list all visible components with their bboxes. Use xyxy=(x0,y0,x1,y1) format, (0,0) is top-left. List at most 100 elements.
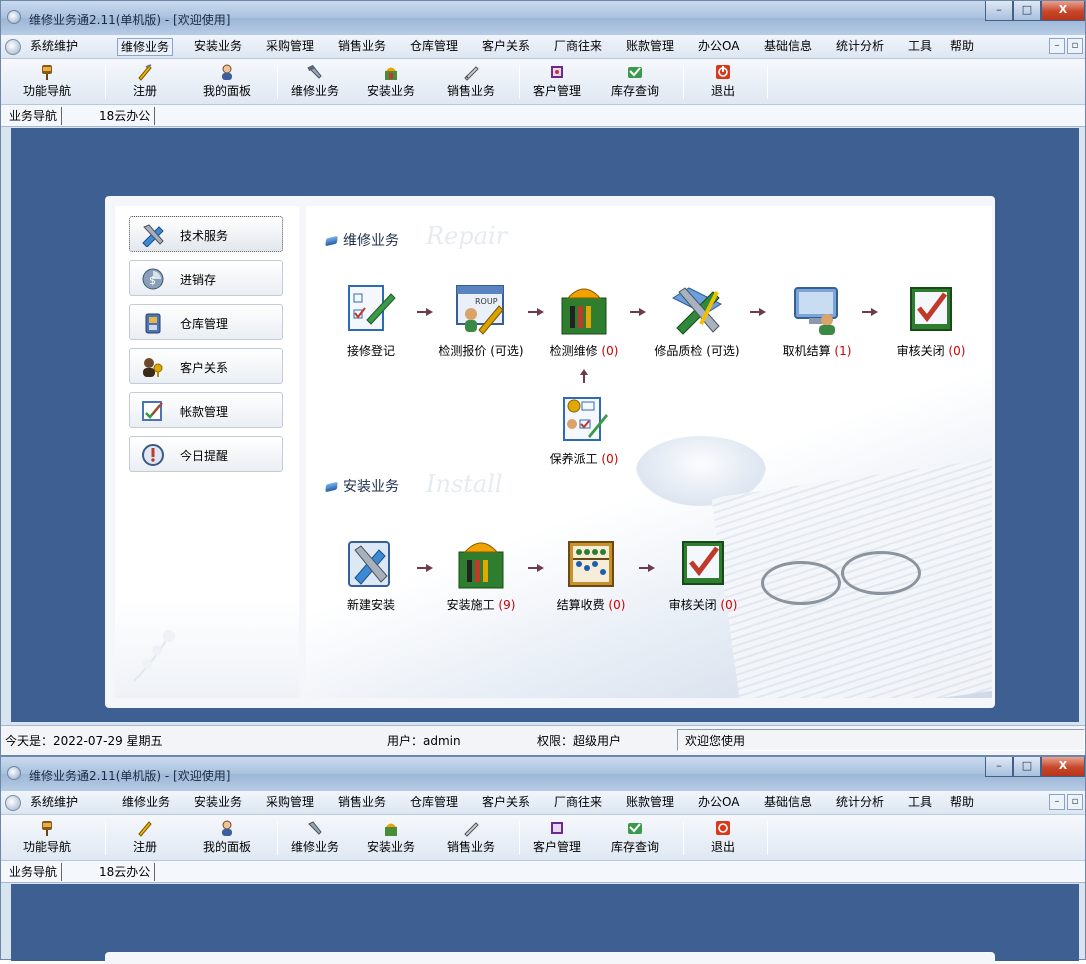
mdi-minimize-button[interactable]: – xyxy=(1049,794,1065,810)
toolbar-customer-button[interactable]: 客户管理 xyxy=(533,61,581,103)
toolbar-exit-button[interactable]: 退出 xyxy=(711,61,735,103)
step-pickup-settle[interactable]: 取机结算 (1) xyxy=(772,284,862,359)
menu-purchase[interactable]: 采购管理 xyxy=(263,38,317,56)
toolbar-sales-button[interactable]: 销售业务 xyxy=(447,817,495,859)
menu-sales[interactable]: 销售业务 xyxy=(335,38,389,56)
nav-accounts[interactable]: 帐款管理 xyxy=(129,392,283,428)
step-install-work[interactable]: 安装施工 (9) xyxy=(436,538,526,613)
flow-arrow xyxy=(750,308,766,316)
step-install-audit-close[interactable]: 审核关闭 (0) xyxy=(658,538,748,613)
step-maintenance-dispatch[interactable]: 保养派工 (0) xyxy=(539,392,629,467)
install-icon xyxy=(382,819,400,837)
close-button[interactable]: X xyxy=(1041,757,1085,777)
abacus-icon xyxy=(565,538,617,590)
tab-business-nav[interactable]: 业务导航 xyxy=(5,107,63,125)
menu-statistics[interactable]: 统计分析 xyxy=(833,38,887,56)
step-repair[interactable]: 检测维修 (0) xyxy=(539,284,629,359)
menu-office[interactable]: 办公OA xyxy=(695,38,742,56)
step-intake[interactable]: 接修登记 xyxy=(326,284,416,359)
toolbar-inventory-button[interactable]: 库存查询 xyxy=(611,817,659,859)
title-bar[interactable]: 维修业务通2.11(单机版) - [欢迎使用] – □ X xyxy=(1,757,1085,791)
toolbar-install-button[interactable]: 安装业务 xyxy=(367,61,415,103)
step-settle-charge[interactable]: 结算收费 (0) xyxy=(546,538,636,613)
close-button[interactable]: X xyxy=(1041,1,1085,21)
tab-business-nav[interactable]: 业务导航 xyxy=(5,863,63,881)
minimize-button[interactable]: – xyxy=(985,757,1013,777)
toolbar-inventory-button[interactable]: 库存查询 xyxy=(611,61,659,103)
tab-bar: 业务导航 18云办公 xyxy=(1,105,1085,127)
menu-install[interactable]: 安装业务 xyxy=(191,38,245,56)
step-audit-close[interactable]: 审核关闭 (0) xyxy=(886,284,976,359)
step-quality-check[interactable]: 修品质检 (可选) xyxy=(652,284,742,359)
nav-tech-service[interactable]: 技术服务 xyxy=(129,216,283,252)
menu-sales[interactable]: 销售业务 xyxy=(335,794,389,812)
mdi-minimize-button[interactable]: – xyxy=(1049,38,1065,54)
toolbar-repair-button[interactable]: 维修业务 xyxy=(291,817,339,859)
menu-customer[interactable]: 客户关系 xyxy=(479,38,533,56)
menu-accounts[interactable]: 账款管理 xyxy=(623,794,677,812)
toolbar-exit-button[interactable]: 退出 xyxy=(711,817,735,859)
maximize-button[interactable]: □ xyxy=(1013,1,1041,21)
menu-help[interactable]: 帮助 xyxy=(947,794,977,812)
install-icon xyxy=(382,63,400,81)
title-bar[interactable]: 维修业务通2.11(单机版) - [欢迎使用] – □ X xyxy=(1,1,1085,35)
menu-vendor[interactable]: 厂商往来 xyxy=(551,38,605,56)
toolbar-panel-button[interactable]: 我的面板 xyxy=(203,817,251,859)
menu-tools[interactable]: 工具 xyxy=(905,38,935,56)
toolbar: 功能导航 注册 我的面板 维修业务 安装业务 销售业务 客户管理 库存查询 退出 xyxy=(1,59,1085,105)
app-icon xyxy=(7,10,21,24)
toolbar-register-button[interactable]: 注册 xyxy=(133,817,157,859)
new-install-icon xyxy=(345,538,397,590)
maximize-button[interactable]: □ xyxy=(1013,757,1041,777)
menu-warehouse[interactable]: 仓库管理 xyxy=(407,794,461,812)
menu-install[interactable]: 安装业务 xyxy=(191,794,245,812)
mdi-restore-button[interactable]: ▫ xyxy=(1067,794,1083,810)
toolbar-sales-button[interactable]: 销售业务 xyxy=(447,61,495,103)
tab-cloud-office[interactable]: 18云办公 xyxy=(95,107,156,125)
toolbar-repair-button[interactable]: 维修业务 xyxy=(291,61,339,103)
status-date: 今天是：2022-07-29 星期五 xyxy=(5,734,163,748)
menu-help[interactable]: 帮助 xyxy=(947,38,977,56)
flow-arrow xyxy=(862,308,878,316)
exit-icon xyxy=(714,819,732,837)
sales-icon xyxy=(462,63,480,81)
nav-reminder[interactable]: 今日提醒 xyxy=(129,436,283,472)
customer-relation-icon xyxy=(140,355,166,379)
system-menu-icon[interactable] xyxy=(5,795,21,811)
nav-purchase-sales[interactable]: $ 进销存 xyxy=(129,260,283,296)
nav-customer-relation[interactable]: 客户关系 xyxy=(129,348,283,384)
step-new-install[interactable]: 新建安装 xyxy=(326,538,416,613)
menu-repair[interactable]: 维修业务 xyxy=(119,794,173,812)
menu-repair[interactable]: 维修业务 xyxy=(117,38,174,56)
toolbar-customer-button[interactable]: 客户管理 xyxy=(533,817,581,859)
menu-customer[interactable]: 客户关系 xyxy=(479,794,533,812)
toolbar-navigation-button[interactable]: 功能导航 xyxy=(23,61,71,103)
mdi-restore-button[interactable]: ▫ xyxy=(1067,38,1083,54)
toolbar-navigation-button[interactable]: 功能导航 xyxy=(23,817,71,859)
toolbar-register-button[interactable]: 注册 xyxy=(133,61,157,103)
repair-watermark: Repair xyxy=(426,222,508,250)
account-icon xyxy=(140,399,166,423)
menu-tools[interactable]: 工具 xyxy=(905,794,935,812)
glasses-decoration xyxy=(761,561,841,605)
menu-office[interactable]: 办公OA xyxy=(695,794,742,812)
menu-warehouse[interactable]: 仓库管理 xyxy=(407,38,461,56)
tab-cloud-office[interactable]: 18云办公 xyxy=(95,863,156,881)
system-menu-icon[interactable] xyxy=(5,39,21,55)
menu-vendor[interactable]: 厂商往来 xyxy=(551,794,605,812)
toolbar-panel-button[interactable]: 我的面板 xyxy=(203,61,251,103)
menu-statistics[interactable]: 统计分析 xyxy=(833,794,887,812)
toolbar-install-button[interactable]: 安装业务 xyxy=(367,817,415,859)
user-panel-icon xyxy=(218,63,236,81)
install-section-title: 安装业务 xyxy=(325,476,399,496)
menu-purchase[interactable]: 采购管理 xyxy=(263,794,317,812)
menu-accounts[interactable]: 账款管理 xyxy=(623,38,677,56)
menu-basic-info[interactable]: 基础信息 xyxy=(761,794,815,812)
step-quote[interactable]: ROUP 检测报价 (可选) xyxy=(436,284,526,359)
nav-warehouse[interactable]: 仓库管理 xyxy=(129,304,283,340)
menu-basic-info[interactable]: 基础信息 xyxy=(761,38,815,56)
menu-system[interactable]: 系统维护 xyxy=(27,794,81,812)
flow-arrow xyxy=(417,564,433,572)
menu-system[interactable]: 系统维护 xyxy=(27,38,81,56)
minimize-button[interactable]: – xyxy=(985,1,1013,21)
